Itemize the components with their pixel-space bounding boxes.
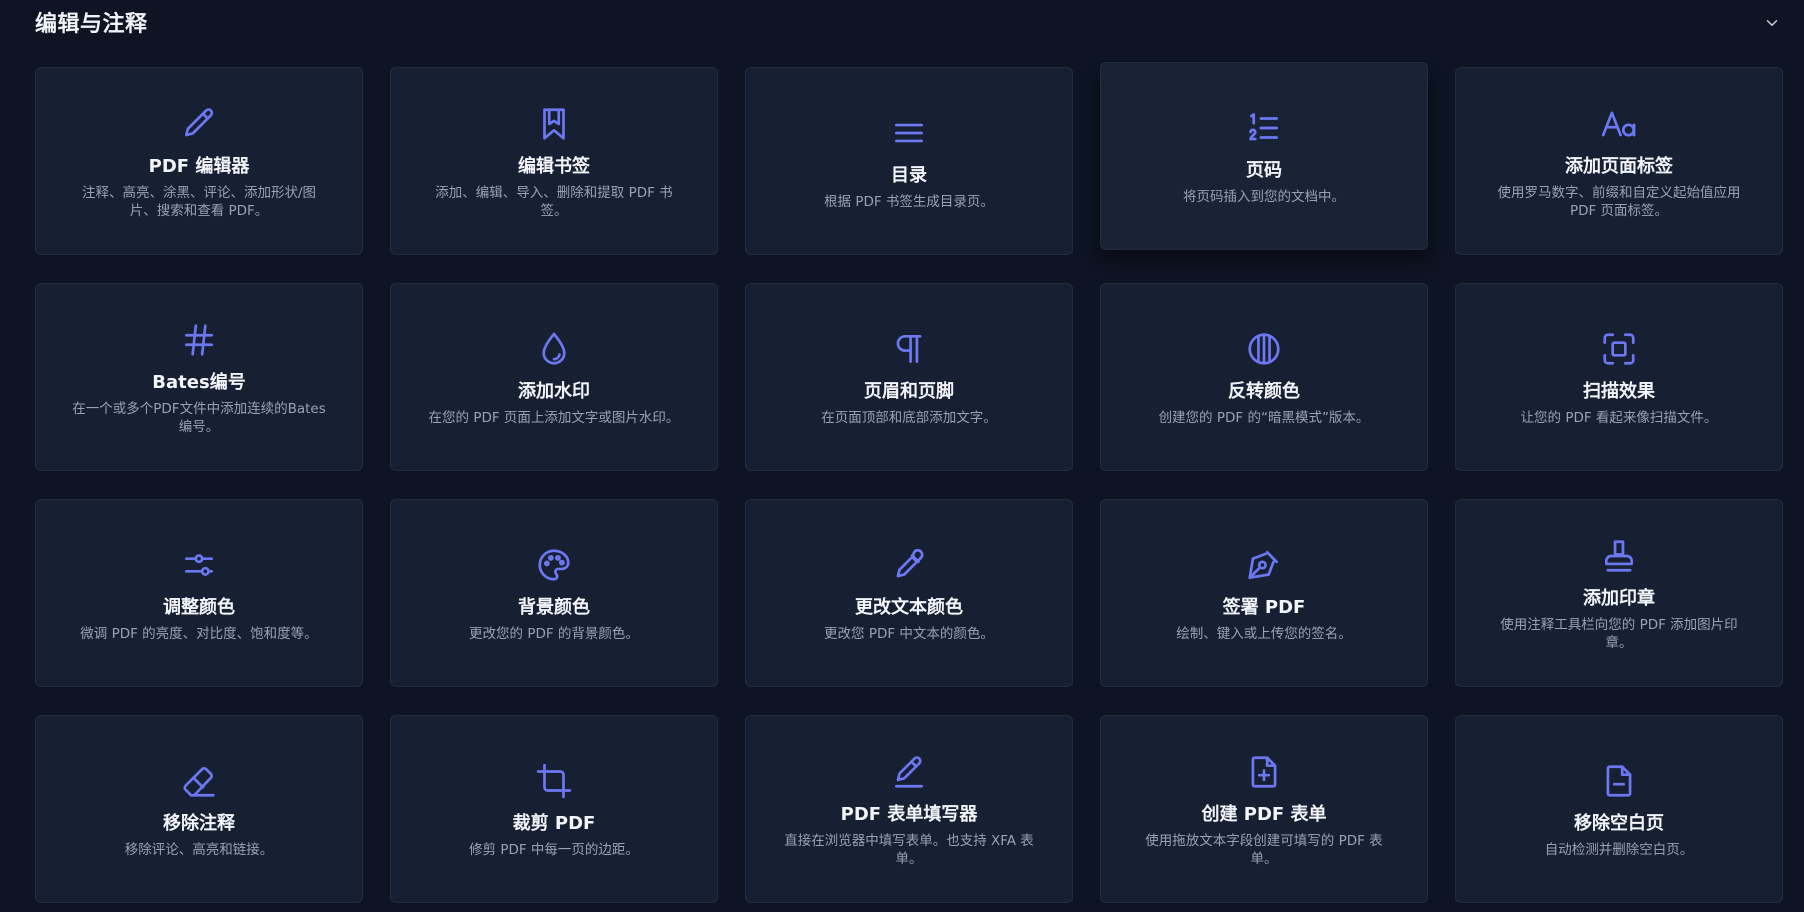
pilcrow-icon [888, 328, 930, 370]
tool-title: 背景颜色 [518, 596, 590, 618]
tool-title: 调整颜色 [163, 596, 235, 618]
scan-frame-icon [1598, 328, 1640, 370]
tool-card-remove-blank-pages[interactable]: 移除空白页 自动检测并删除空白页。 [1455, 715, 1783, 903]
tool-description: 使用罗马数字、前缀和自定义起始值应用 PDF 页面标签。 [1497, 184, 1741, 219]
tool-title: 目录 [891, 164, 927, 186]
tool-title: PDF 表单填写器 [840, 803, 978, 825]
tool-card-header-footer[interactable]: 页眉和页脚 在页面顶部和底部添加文字。 [745, 283, 1073, 471]
tool-card-adjust-colors[interactable]: 调整颜色 微调 PDF 的亮度、对比度、饱和度等。 [35, 499, 363, 687]
tool-card-table-of-contents[interactable]: 目录 根据 PDF 书签生成目录页。 [745, 67, 1073, 255]
tool-card-page-labels[interactable]: 添加页面标签 使用罗马数字、前缀和自定义起始值应用 PDF 页面标签。 [1455, 67, 1783, 255]
tool-title: 添加页面标签 [1565, 155, 1673, 177]
tool-card-edit-bookmarks[interactable]: 编辑书签 添加、编辑、导入、删除和提取 PDF 书签。 [390, 67, 718, 255]
tool-title: 页眉和页脚 [864, 380, 954, 402]
eraser-icon [178, 760, 220, 802]
tool-card-add-watermark[interactable]: 添加水印 在您的 PDF 页面上添加文字或图片水印。 [390, 283, 718, 471]
tool-description: 在一个或多个PDF文件中添加连续的Bates编号。 [72, 400, 326, 435]
chevron-down-icon [1766, 19, 1778, 26]
tool-description: 让您的 PDF 看起来像扫描文件。 [1520, 409, 1718, 426]
tool-title: PDF 编辑器 [148, 155, 250, 177]
tool-title: 裁剪 PDF [512, 812, 596, 834]
hash-icon [178, 319, 220, 361]
palette-icon [533, 544, 575, 586]
tool-description: 更改您 PDF 中文本的颜色。 [824, 625, 994, 642]
tool-description: 修剪 PDF 中每一页的边距。 [469, 841, 639, 858]
tool-title: 页码 [1246, 159, 1282, 181]
tool-description: 移除评论、高亮和链接。 [124, 841, 274, 858]
droplet-icon [533, 328, 575, 370]
list-lines-icon [888, 112, 930, 154]
collapse-toggle-button[interactable] [1758, 9, 1786, 37]
file-plus-icon [1243, 751, 1285, 793]
tool-description: 根据 PDF 书签生成目录页。 [824, 193, 994, 210]
tool-card-bates-numbering[interactable]: Bates编号 在一个或多个PDF文件中添加连续的Bates编号。 [35, 283, 363, 471]
section-title: 编辑与注释 [35, 11, 148, 37]
tool-description: 在页面顶部和底部添加文字。 [821, 409, 997, 426]
tool-card-remove-annotations[interactable]: 移除注释 移除评论、高亮和链接。 [35, 715, 363, 903]
tool-title: 更改文本颜色 [855, 596, 963, 618]
tool-card-create-pdf-form[interactable]: 创建 PDF 表单 使用拖放文本字段创建可填写的 PDF 表单。 [1100, 715, 1428, 903]
tool-description: 绘制、键入或上传您的签名。 [1176, 625, 1352, 642]
tool-title: 移除空白页 [1574, 812, 1664, 834]
tools-page: 编辑与注释 PDF 编辑器 注释、高亮、涂黑、评论、添加形状/图片、搜索和查看 … [0, 0, 1804, 912]
tool-description: 自动检测并删除空白页。 [1544, 841, 1694, 858]
tool-description: 将页码插入到您的文档中。 [1183, 188, 1345, 205]
tool-title: 签署 PDF [1222, 596, 1306, 618]
tool-title: 编辑书签 [518, 155, 590, 177]
tool-card-change-text-color[interactable]: 更改文本颜色 更改您 PDF 中文本的颜色。 [745, 499, 1073, 687]
tool-title: 反转颜色 [1228, 380, 1300, 402]
tool-card-invert-colors[interactable]: 反转颜色 创建您的 PDF 的“暗黑模式”版本。 [1100, 283, 1428, 471]
tool-description: 更改您的 PDF 的背景颜色。 [469, 625, 639, 642]
tool-description: 使用拖放文本字段创建可填写的 PDF 表单。 [1145, 832, 1383, 867]
crop-icon [533, 760, 575, 802]
pen-nib-icon [1243, 544, 1285, 586]
contrast-icon [1243, 328, 1285, 370]
tool-description: 使用注释工具栏向您的 PDF 添加图片印章。 [1500, 616, 1738, 651]
tool-title: 创建 PDF 表单 [1201, 803, 1327, 825]
tool-card-scan-effect[interactable]: 扫描效果 让您的 PDF 看起来像扫描文件。 [1455, 283, 1783, 471]
tool-card-page-numbers[interactable]: 页码 将页码插入到您的文档中。 [1100, 62, 1428, 250]
tool-card-crop-pdf[interactable]: 裁剪 PDF 修剪 PDF 中每一页的边距。 [390, 715, 718, 903]
sliders-icon [178, 544, 220, 586]
tool-description: 直接在浏览器中填写表单。也支持 XFA 表单。 [784, 832, 1034, 867]
tool-card-pdf-editor[interactable]: PDF 编辑器 注释、高亮、涂黑、评论、添加形状/图片、搜索和查看 PDF。 [35, 67, 363, 255]
text-aa-icon [1598, 103, 1640, 145]
pencil-underline-icon [888, 751, 930, 793]
eyedropper-icon [888, 544, 930, 586]
tool-title: 添加印章 [1583, 587, 1655, 609]
tool-card-add-stamp[interactable]: 添加印章 使用注释工具栏向您的 PDF 添加图片印章。 [1455, 499, 1783, 687]
pencil-icon [178, 103, 220, 145]
numbered-list-icon [1243, 107, 1285, 149]
tool-title: Bates编号 [152, 371, 246, 393]
section-header: 编辑与注释 [35, 0, 1782, 45]
tool-title: 移除注释 [163, 812, 235, 834]
tool-description: 注释、高亮、涂黑、评论、添加形状/图片、搜索和查看 PDF。 [81, 184, 317, 219]
tool-description: 创建您的 PDF 的“暗黑模式”版本。 [1158, 409, 1370, 426]
tool-card-background-color[interactable]: 背景颜色 更改您的 PDF 的背景颜色。 [390, 499, 718, 687]
tool-description: 在您的 PDF 页面上添加文字或图片水印。 [428, 409, 680, 426]
tool-card-sign-pdf[interactable]: 签署 PDF 绘制、键入或上传您的签名。 [1100, 499, 1428, 687]
bookmark-icon [533, 103, 575, 145]
tool-grid: PDF 编辑器 注释、高亮、涂黑、评论、添加形状/图片、搜索和查看 PDF。 编… [35, 62, 1783, 903]
tool-title: 扫描效果 [1583, 380, 1655, 402]
stamp-icon [1598, 535, 1640, 577]
tool-title: 添加水印 [518, 380, 590, 402]
tool-description: 添加、编辑、导入、删除和提取 PDF 书签。 [435, 184, 673, 219]
tool-card-pdf-form-filler[interactable]: PDF 表单填写器 直接在浏览器中填写表单。也支持 XFA 表单。 [745, 715, 1073, 903]
file-minus-icon [1598, 760, 1640, 802]
tool-description: 微调 PDF 的亮度、对比度、饱和度等。 [80, 625, 318, 642]
